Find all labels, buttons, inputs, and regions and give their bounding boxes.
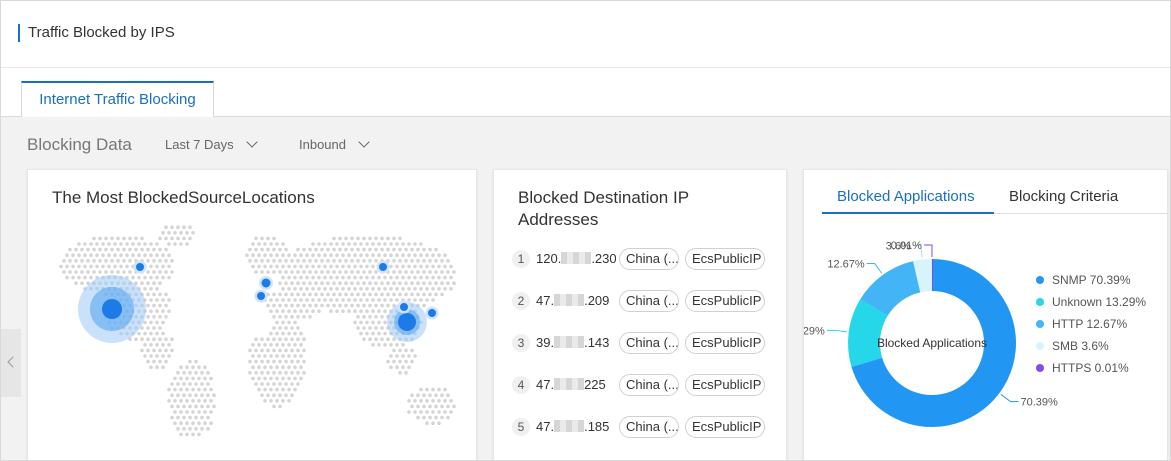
rank-badge: 3 [512, 334, 530, 352]
blocked-source-hotspot [133, 260, 147, 274]
blocked-destination-ip-card: Blocked Destination IP Addresses 1 120..… [493, 169, 787, 460]
blocked-source-hotspot [425, 306, 439, 320]
asset-type-tag: EcsPublicIP [685, 332, 765, 354]
direction-value: Inbound [299, 137, 346, 152]
blocked-source-hotspot [376, 260, 390, 274]
ip-row: 1 120. .230 China (... EcsPublicIP [512, 248, 782, 270]
rank-badge: 5 [512, 418, 530, 436]
ip-address: 47. .209 [536, 293, 610, 308]
location-tag: China (... [619, 248, 679, 270]
masked-segment [554, 294, 585, 306]
masked-segment [554, 336, 585, 348]
chevron-down-icon [358, 136, 370, 148]
legend-dot [1036, 298, 1044, 306]
masked-segment [554, 378, 585, 390]
rank-badge: 2 [512, 292, 530, 310]
legend-dot [1036, 364, 1044, 372]
asset-type-tag: EcsPublicIP [685, 416, 765, 438]
asset-type-tag: EcsPublicIP [685, 248, 765, 270]
masked-segment [561, 252, 592, 264]
period-dropdown[interactable]: Last 7 Days [165, 136, 258, 152]
donut-data-label: .29% [804, 325, 825, 337]
donut-leader-line [866, 263, 883, 274]
title-accent-bar [18, 24, 20, 42]
rank-badge: 4 [512, 376, 530, 394]
collapse-sidebar-button[interactable] [1, 329, 21, 397]
ip-address: 47. .185 [536, 419, 610, 434]
direction-dropdown[interactable]: Inbound [299, 136, 370, 152]
blocked-source-locations-card: The Most BlockedSourceLocations [27, 169, 477, 460]
ip-row: 2 47. .209 China (... EcsPublicIP [512, 290, 782, 312]
world-map [59, 225, 456, 437]
legend-dot [1036, 276, 1044, 284]
asset-type-tag: EcsPublicIP [685, 374, 765, 396]
ip-address: 47. 225 [536, 377, 606, 392]
filter-section-label: Blocking Data [27, 135, 132, 154]
masked-segment [554, 420, 585, 432]
ip-row: 4 47. 225 China (... EcsPublicIP [512, 374, 782, 396]
location-tag: China (... [619, 374, 679, 396]
legend-dot [1036, 320, 1044, 328]
asset-type-tag: EcsPublicIP [685, 290, 765, 312]
blocked-source-hotspot [259, 276, 273, 290]
donut-data-label: 12.67% [827, 259, 865, 271]
donut-leader-line [923, 244, 933, 258]
card-title: Blocked Destination IP Addresses [518, 188, 689, 229]
ip-address: 39. .143 [536, 335, 610, 350]
donut-data-label: 70.39% [1021, 397, 1059, 409]
ips-dashboard: Traffic Blocked by IPS Internet Traffic … [0, 0, 1171, 461]
tab-blocking-criteria[interactable]: Blocking Criteria [1009, 188, 1118, 205]
card-title: The Most BlockedSourceLocations [52, 188, 315, 207]
tab-blocked-applications[interactable]: Blocked Applications [837, 188, 975, 205]
legend-dot [1036, 342, 1044, 350]
tab-internet-traffic-blocking[interactable]: Internet Traffic Blocking [21, 81, 214, 117]
legend-item-https[interactable]: HTTPS 0.01% [1036, 361, 1146, 383]
donut-data-label: 0.01% [891, 240, 922, 252]
blocked-source-hotspot [254, 289, 268, 303]
location-tag: China (... [619, 416, 679, 438]
donut-center-label: Blocked Applications [877, 336, 987, 350]
legend-item-smb[interactable]: SMB 3.6% [1036, 339, 1146, 361]
blocked-applications-card: Blocked Applications Blocking Criteria 7… [803, 169, 1169, 460]
chevron-down-icon [245, 136, 258, 148]
page-title: Traffic Blocked by IPS [28, 24, 175, 41]
page-header: Traffic Blocked by IPS [1, 1, 1170, 68]
donut-legend: SNMP 70.39% Unknown 13.29% HTTP 12.67% S… [1036, 273, 1146, 383]
active-tab-indicator [822, 212, 994, 214]
donut-leader-line [826, 329, 847, 333]
period-value: Last 7 Days [165, 137, 234, 152]
rank-badge: 1 [512, 250, 530, 268]
location-tag: China (... [619, 290, 679, 312]
ip-row: 5 47. .185 China (... EcsPublicIP [512, 416, 782, 438]
blocked-source-hotspot [78, 275, 146, 343]
legend-item-http[interactable]: HTTP 12.67% [1036, 317, 1146, 339]
ip-address: 120. .230 [536, 251, 617, 266]
card-tabs: Blocked Applications Blocking Criteria [822, 184, 1169, 214]
donut-leader-line [1000, 394, 1019, 403]
content-area: Blocking Data Last 7 Days Inbound The Mo… [1, 117, 1170, 460]
tab-strip: Internet Traffic Blocking [1, 69, 1170, 117]
ip-row: 3 39. .143 China (... EcsPublicIP [512, 332, 782, 354]
legend-item-snmp[interactable]: SNMP 70.39% [1036, 273, 1146, 295]
location-tag: China (... [619, 332, 679, 354]
blocked-source-hotspot [397, 300, 411, 314]
chevron-left-icon [7, 356, 19, 368]
legend-item-unknown[interactable]: Unknown 13.29% [1036, 295, 1146, 317]
